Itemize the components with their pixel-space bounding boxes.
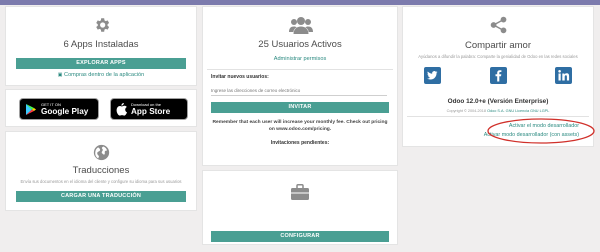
active-users-count: 25 Usuarios Activos <box>258 39 342 50</box>
translations-title: Traducciones <box>72 165 130 176</box>
linkedin-share-button[interactable] <box>555 67 572 84</box>
in-app-purchases-link[interactable]: ▣ Compras dentro de la aplicación <box>6 72 196 78</box>
share-love-title: Compartir amor <box>465 40 531 51</box>
odoo-version: Odoo 12.0+e (Versión Enterprise) <box>447 98 549 105</box>
invite-label: Invitar nuevos usuarios: <box>211 74 269 80</box>
users-card: 25 Usuarios Activos Administrar permisos… <box>202 6 398 166</box>
translations-card: Traducciones Envía sus documentos en el … <box>5 131 197 211</box>
share-note: Ayúdanos a difundir la palabra: Comparte… <box>418 54 578 59</box>
top-navbar <box>0 0 600 5</box>
google-play-big-text: Google Play <box>41 107 89 116</box>
facebook-icon <box>495 70 502 82</box>
translations-note: Envía sus documentos en el idioma del cl… <box>20 179 182 184</box>
linkedin-icon <box>558 70 570 81</box>
app-store-badge[interactable]: Download on the App Store <box>110 98 188 120</box>
app-store-big-text: App Store <box>131 107 171 116</box>
invite-button[interactable]: INVITAR <box>211 102 389 113</box>
copyright-note: Copyright © 2004-2018 Odoo S.A. GNU Lice… <box>403 109 593 113</box>
gear-icon <box>96 18 110 32</box>
copyright-text: Copyright © 2004-2018 <box>446 109 486 113</box>
configure-button[interactable]: CONFIGURAR <box>211 231 389 242</box>
facebook-share-button[interactable] <box>490 67 507 84</box>
pricing-note: Remember that each user will increase yo… <box>207 119 393 133</box>
share-icon <box>490 16 507 34</box>
twitter-share-button[interactable] <box>424 67 441 84</box>
copyright-link[interactable]: Odoo S.A. GNU Licencia GNU LGPL <box>487 109 549 113</box>
google-play-badge[interactable]: GET IT ON Google Play <box>19 98 99 120</box>
explore-apps-button[interactable]: EXPLORAR APPS <box>16 58 186 69</box>
briefcase-icon <box>291 184 309 200</box>
pricing-note-line-1: Remember that each user will increase yo… <box>212 120 388 125</box>
pending-invitations-label: Invitaciones pendientes: <box>270 140 330 146</box>
integrations-card: CONFIGURAR <box>202 170 398 245</box>
apple-icon <box>116 102 127 116</box>
users-icon <box>289 17 313 34</box>
mobile-apps-card: GET IT ON Google Play Download on the Ap… <box>5 89 197 127</box>
globe-icon <box>93 144 110 161</box>
load-translation-button[interactable]: CARGAR UNA TRADUCCIÓN <box>16 191 186 202</box>
divider <box>207 69 393 70</box>
apps-card: 6 Apps Instaladas EXPLORAR APPS ▣ Compra… <box>5 6 197 86</box>
manage-access-rights-link[interactable]: Administrar permisos <box>203 56 397 62</box>
shop-icon: ▣ <box>57 72 63 78</box>
annotation-ellipse <box>487 118 595 144</box>
pricing-note-line-2: on www.odoo.com/pricing. <box>268 127 332 132</box>
twitter-icon <box>427 71 438 80</box>
invite-email-input[interactable] <box>211 85 387 96</box>
google-play-icon <box>26 103 36 115</box>
installed-apps-count: 6 Apps Instaladas <box>63 39 139 50</box>
